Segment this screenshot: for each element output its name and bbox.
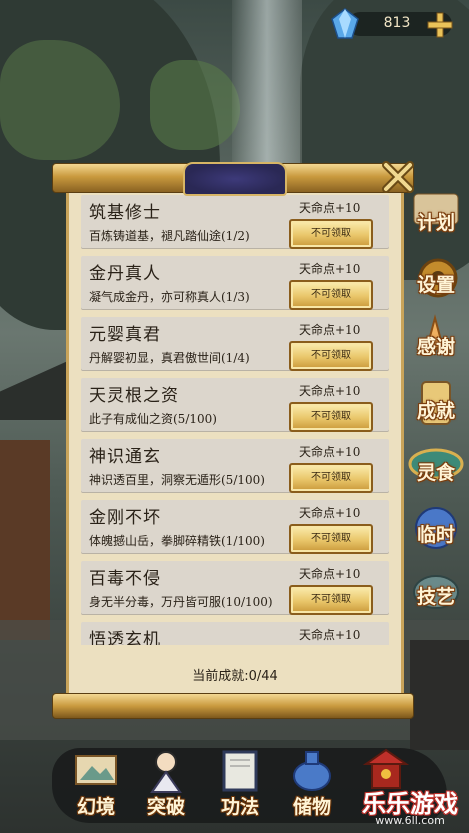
achievement-row: 悟透玄机 天命点+10 [81, 622, 389, 645]
achievement-reward: 天命点+10 [299, 384, 361, 398]
bag-icon [293, 751, 331, 791]
achievement-reward: 天命点+10 [299, 506, 361, 520]
side-button-label: 临时 [416, 524, 455, 546]
achievement-row: 神识通玄 神识透百里，洞察无遁形(5/100) 天命点+10 不可领取 [81, 439, 389, 493]
achievement-progress: 当前成就:0/44 [192, 669, 278, 684]
achievement-desc: 身无半分毒，万丹皆可服(10/100) [89, 595, 273, 609]
achievement-title: 悟透玄机 [89, 630, 161, 645]
achievement-row: 筑基修士 百炼铸道基，褪凡踏仙途(1/2) 天命点+10 不可领取 [81, 195, 389, 249]
achievement-desc: 百炼铸道基，褪凡踏仙途(1/2) [89, 229, 250, 243]
achievement-reward: 天命点+10 [299, 567, 361, 581]
nav-label: 突破 [146, 796, 185, 818]
nav-techniques[interactable]: 功法 [204, 742, 276, 824]
scroll-top-rod [52, 162, 414, 196]
scroll-paper: 筑基修士 百炼铸道基，褪凡踏仙途(1/2) 天命点+10 不可领取 金丹真人 凝… [66, 187, 404, 695]
side-button-label: 设置 [416, 274, 455, 296]
achievement-reward: 天命点+10 [299, 201, 361, 215]
side-button-label: 技艺 [416, 586, 455, 608]
site-watermark: 乐乐游戏 www.6ll.com [352, 784, 468, 832]
side-button-label: 计划 [416, 212, 455, 234]
claim-button[interactable]: 不可领取 [289, 341, 373, 371]
scroll-bottom-rod [52, 693, 414, 719]
side-button-food[interactable]: 灵食 [404, 440, 466, 498]
achievement-row: 金刚不坏 体魄撼山岳，拳脚碎精铁(1/100) 天命点+10 不可领取 [81, 500, 389, 554]
achievement-scroll-panel: 筑基修士 百炼铸道基，褪凡踏仙途(1/2) 天命点+10 不可领取 金丹真人 凝… [52, 161, 414, 719]
currency-count: 813 [383, 15, 411, 31]
achievement-row: 元婴真君 丹解婴初显，真君傲世间(1/4) 天命点+10 不可领取 [81, 317, 389, 371]
side-button-achievements[interactable]: 成就 [404, 378, 466, 436]
achievement-title: 神识通玄 [89, 447, 161, 467]
achievement-desc: 体魄撼山岳，拳脚碎精铁(1/100) [89, 534, 265, 548]
side-button-skills[interactable]: 技艺 [404, 564, 466, 622]
nav-label: 储物 [292, 796, 331, 818]
currency-bar: 813 [330, 8, 460, 39]
side-button-label: 感谢 [416, 336, 455, 358]
achievement-title: 百毒不侵 [89, 569, 161, 589]
side-button-label: 成就 [416, 400, 455, 422]
claim-button[interactable]: 不可领取 [289, 402, 373, 432]
achievement-desc: 凝气成金丹，亦可称真人(1/3) [89, 290, 250, 304]
achievement-title: 元婴真君 [89, 325, 161, 345]
nav-illusion[interactable]: 幻境 [60, 742, 132, 824]
nav-storage[interactable]: 储物 [276, 742, 348, 824]
book-icon [222, 750, 258, 792]
side-button-label: 灵食 [416, 462, 455, 484]
claim-button[interactable]: 不可领取 [289, 524, 373, 554]
landscape-scroll-icon [75, 755, 117, 785]
achievement-row: 天灵根之资 此子有成仙之资(5/100) 天命点+10 不可领取 [81, 378, 389, 432]
achievement-desc: 神识透百里，洞察无遁形(5/100) [89, 473, 265, 487]
side-button-plan[interactable]: 计划 [404, 190, 466, 248]
achievement-reward: 天命点+10 [299, 445, 361, 459]
nav-label: 幻境 [76, 796, 115, 818]
achievement-title: 金丹真人 [89, 264, 161, 284]
watermark-site: www.6ll.com [375, 814, 445, 827]
achievement-title: 天灵根之资 [89, 386, 179, 406]
add-currency-button[interactable] [427, 12, 453, 38]
side-button-settings[interactable]: 设置 [404, 252, 466, 310]
achievement-title: 筑基修士 [89, 203, 161, 223]
side-button-temporary[interactable]: 临时 [404, 502, 466, 560]
achievement-title: 金刚不坏 [89, 508, 161, 528]
cultivator-icon [150, 751, 182, 793]
claim-button[interactable]: 不可领取 [289, 280, 373, 310]
claim-button[interactable]: 不可领取 [289, 463, 373, 493]
nav-breakthrough[interactable]: 突破 [130, 742, 202, 824]
claim-button[interactable]: 不可领取 [289, 219, 373, 249]
claim-button[interactable]: 不可领取 [289, 585, 373, 615]
side-button-thanks[interactable]: 感谢 [404, 314, 466, 372]
achievement-desc: 丹解婴初显，真君傲世间(1/4) [89, 351, 250, 365]
achievement-desc: 此子有成仙之资(5/100) [89, 412, 217, 426]
achievement-reward: 天命点+10 [299, 628, 361, 642]
achievement-reward: 天命点+10 [299, 323, 361, 337]
achievement-row: 金丹真人 凝气成金丹，亦可称真人(1/3) 天命点+10 不可领取 [81, 256, 389, 310]
achievement-list[interactable]: 筑基修士 百炼铸道基，褪凡踏仙途(1/2) 天命点+10 不可领取 金丹真人 凝… [81, 195, 389, 645]
crystal-gem-icon [331, 8, 359, 39]
nav-label: 功法 [220, 796, 259, 818]
achievement-row: 百毒不侵 身无半分毒，万丹皆可服(10/100) 天命点+10 不可领取 [81, 561, 389, 615]
achievement-reward: 天命点+10 [299, 262, 361, 276]
